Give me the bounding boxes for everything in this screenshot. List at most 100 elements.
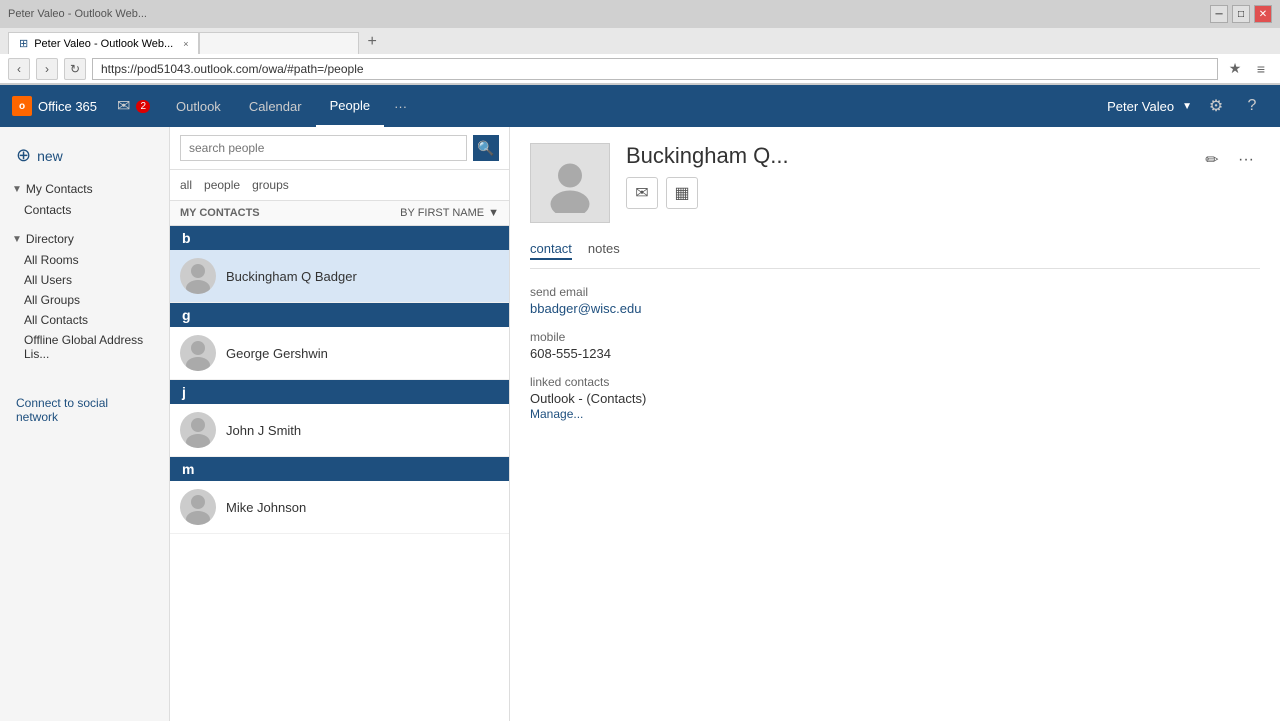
detail-field-email: send email bbadger@wisc.edu [530, 285, 1260, 316]
avatar-john [180, 412, 216, 448]
my-contacts-title: My Contacts [26, 182, 93, 196]
window-controls: ─ □ ✕ [1210, 5, 1272, 23]
detail-field-linked: linked contacts Outlook - (Contacts) Man… [530, 375, 1260, 421]
browser-chrome: Peter Valeo - Outlook Web... ─ □ ✕ ⊞ Pet… [0, 0, 1280, 85]
nav-outlook[interactable]: Outlook [162, 85, 235, 127]
filter-tabs: all people groups [170, 170, 509, 201]
sidebar: ⊕ new ▼ My Contacts Contacts ▼ Directory [0, 127, 170, 721]
more-options-button[interactable]: ··· [1232, 146, 1260, 174]
search-button[interactable]: 🔍 [473, 135, 499, 161]
office-logo-text: Office 365 [38, 99, 97, 114]
directory-arrow: ▼ [12, 234, 22, 245]
contact-name-george: George Gershwin [226, 346, 328, 361]
sidebar-item-all-rooms[interactable]: All Rooms [0, 250, 169, 270]
email-value[interactable]: bbadger@wisc.edu [530, 301, 641, 316]
sort-label: BY FIRST NAME [400, 207, 484, 219]
detail-tabs: contact notes [530, 239, 1260, 269]
avatar-mike [180, 489, 216, 525]
detail-title-area: Buckingham Q... ✏ ··· ✉ ▦ [626, 143, 1260, 213]
nav-people[interactable]: People [316, 85, 384, 127]
tab-contact[interactable]: contact [530, 239, 572, 260]
edit-button[interactable]: ✏ [1198, 146, 1226, 174]
contact-name-john: John J Smith [226, 423, 301, 438]
forward-button[interactable]: › [36, 58, 58, 80]
sidebar-item-all-groups[interactable]: All Groups [0, 290, 169, 310]
url-bar[interactable] [92, 58, 1218, 80]
detail-field-mobile: mobile 608-555-1234 [530, 330, 1260, 361]
minimize-button[interactable]: ─ [1210, 5, 1228, 23]
main-content: ⊕ new ▼ My Contacts Contacts ▼ Directory [0, 127, 1280, 721]
filter-people[interactable]: people [204, 176, 240, 194]
contacts-list-header: MY CONTACTS BY FIRST NAME ▼ [170, 201, 509, 226]
new-tab-area [199, 32, 359, 54]
my-contacts-arrow: ▼ [12, 184, 22, 195]
close-button[interactable]: ✕ [1254, 5, 1272, 23]
detail-panel: Buckingham Q... ✏ ··· ✉ ▦ [510, 127, 1280, 721]
directory-header[interactable]: ▼ Directory [0, 228, 169, 250]
office-icon: o [12, 96, 32, 116]
menu-icon[interactable]: ≡ [1250, 58, 1272, 80]
new-label: new [37, 148, 63, 164]
sidebar-item-all-users[interactable]: All Users [0, 270, 169, 290]
new-tab-button[interactable]: + [359, 30, 384, 54]
refresh-button[interactable]: ↻ [64, 58, 86, 80]
tab-title: Peter Valeo - Outlook Web... [34, 38, 173, 50]
mail-badge: 2 [136, 100, 150, 113]
tab-bar: ⊞ Peter Valeo - Outlook Web... × + [0, 28, 1280, 54]
mail-icon: ✉ [117, 96, 130, 116]
detail-header-actions: ✏ ··· [1198, 146, 1260, 174]
filter-groups[interactable]: groups [252, 176, 289, 194]
contact-name-mike: Mike Johnson [226, 500, 306, 515]
sort-control[interactable]: BY FIRST NAME ▼ [400, 207, 499, 219]
detail-avatar [530, 143, 610, 223]
top-nav: o Office 365 ✉ 2 Outlook Calendar People… [0, 85, 1280, 127]
new-button[interactable]: ⊕ new [0, 137, 169, 178]
detail-action-buttons: ✉ ▦ [626, 177, 1260, 209]
window-title: Peter Valeo - Outlook Web... [8, 8, 147, 20]
email-label: send email [530, 285, 1260, 299]
send-email-button[interactable]: ✉ [626, 177, 658, 209]
sidebar-item-all-contacts[interactable]: All Contacts [0, 310, 169, 330]
active-tab[interactable]: ⊞ Peter Valeo - Outlook Web... × [8, 32, 199, 54]
filter-all[interactable]: all [180, 176, 192, 194]
sidebar-item-offline-gal[interactable]: Offline Global Address Lis... [0, 330, 169, 364]
nav-calendar[interactable]: Calendar [235, 85, 316, 127]
user-dropdown-icon: ▼ [1182, 101, 1192, 112]
contact-row-john[interactable]: John J Smith [170, 404, 509, 457]
linked-value: Outlook - (Contacts) [530, 391, 1260, 406]
contact-row-george[interactable]: George Gershwin [170, 327, 509, 380]
search-input[interactable] [180, 135, 467, 161]
app: o Office 365 ✉ 2 Outlook Calendar People… [0, 85, 1280, 721]
tab-notes[interactable]: notes [588, 239, 620, 260]
alpha-group-g: g [170, 303, 509, 327]
settings-icon[interactable]: ⚙ [1200, 85, 1232, 127]
sort-chevron-icon: ▼ [488, 207, 499, 219]
directory-title: Directory [26, 232, 74, 246]
tab-close-button[interactable]: × [183, 39, 188, 49]
maximize-button[interactable]: □ [1232, 5, 1250, 23]
detail-header: Buckingham Q... ✏ ··· ✉ ▦ [530, 143, 1260, 223]
help-icon[interactable]: ? [1236, 85, 1268, 127]
user-menu[interactable]: Peter Valeo ▼ [1107, 99, 1192, 114]
directory-section: ▼ Directory All Rooms All Users All Grou… [0, 228, 169, 364]
contacts-header-title: MY CONTACTS [180, 207, 260, 219]
nav-utility-icons: ⚙ ? [1200, 85, 1268, 127]
contact-row-mike[interactable]: Mike Johnson [170, 481, 509, 534]
nav-links: Outlook Calendar People ··· [162, 85, 417, 127]
star-icon[interactable]: ★ [1224, 58, 1246, 80]
calendar-button[interactable]: ▦ [666, 177, 698, 209]
connect-social-link[interactable]: Connect to social network [0, 384, 169, 436]
back-button[interactable]: ‹ [8, 58, 30, 80]
contact-name-buckingham: Buckingham Q Badger [226, 269, 357, 284]
user-name: Peter Valeo [1107, 99, 1174, 114]
mail-icon-area[interactable]: ✉ 2 [117, 96, 150, 116]
manage-link[interactable]: Manage... [530, 407, 583, 421]
address-bar: ‹ › ↻ ★ ≡ [0, 54, 1280, 84]
detail-name: Buckingham Q... [626, 143, 789, 169]
sidebar-item-contacts[interactable]: Contacts [0, 200, 169, 220]
my-contacts-header[interactable]: ▼ My Contacts [0, 178, 169, 200]
contact-row-buckingham[interactable]: Buckingham Q Badger [170, 250, 509, 303]
search-icon: 🔍 [477, 140, 494, 157]
nav-more[interactable]: ··· [384, 85, 417, 127]
alpha-group-j: j [170, 380, 509, 404]
